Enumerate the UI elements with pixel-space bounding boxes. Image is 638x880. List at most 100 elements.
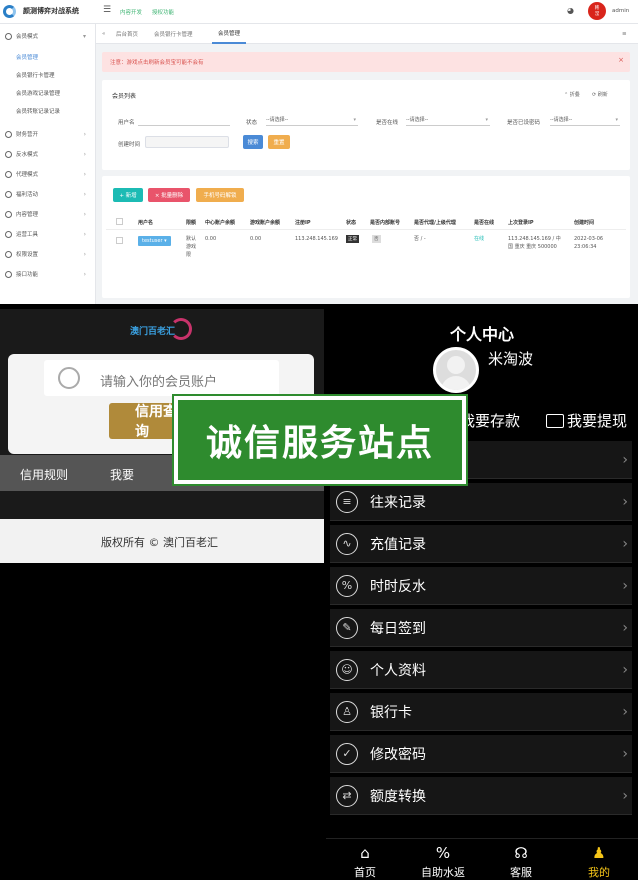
system-title: 颜测博弈对战系统 — [23, 7, 79, 15]
status-select-value: --请选择-- — [266, 117, 289, 123]
withdraw-button[interactable]: 我要提现 — [546, 410, 627, 431]
status-badge: 正常 — [346, 235, 359, 243]
tab-label: 会员管理 — [218, 31, 241, 37]
game-balance-value: 0.00 — [250, 236, 262, 242]
sidebar-item-label: 反水模式 — [16, 152, 39, 158]
nav-label: 我的 — [588, 866, 610, 879]
sidebar-item-rebate[interactable]: 反水模式 › — [0, 144, 96, 164]
password-select[interactable]: --请选择-- ▾ — [550, 114, 620, 126]
batch-delete-button[interactable]: × 批量删除 — [148, 188, 190, 202]
created-value: 2022-03-06 23:06:34 — [574, 236, 604, 250]
sidebar-item-label: 内容管理 — [16, 212, 39, 218]
menu-item-transfer[interactable]: ⇄ 额度转换 › — [330, 777, 632, 815]
menu-item-signin[interactable]: ✎ 每日签到 › — [330, 609, 632, 647]
logo-ring-icon — [170, 318, 192, 340]
menu-label: 充值记录 — [370, 536, 426, 553]
chevron-right-icon: › — [622, 787, 628, 804]
avatar[interactable]: 韩 滢 — [588, 2, 606, 20]
credit-query-button[interactable]: 信用查询 — [109, 403, 177, 439]
sidebar-item-label: 接口功能 — [16, 272, 39, 278]
created-time-label: 创建时间 — [118, 142, 141, 148]
username-input[interactable] — [138, 114, 230, 126]
menu-toggle-icon[interactable]: ☰ — [103, 5, 111, 15]
system-logo-icon — [3, 5, 16, 18]
tab-bar: « 后台首页 会员银行卡管理 会员管理 ≡ — [96, 24, 638, 44]
sidebar-item-permission[interactable]: 权限设置 › — [0, 244, 96, 264]
sidebar-item-agent[interactable]: 代理模式 › — [0, 164, 96, 184]
menu-item-rebate[interactable]: % 时时反水 › — [330, 567, 632, 605]
menu-item-profile[interactable]: ☺ 个人资料 › — [330, 651, 632, 689]
collapse-label: 折叠 — [569, 92, 580, 98]
sidebar-sub-game-record[interactable]: 会员游戏记录管理 — [0, 84, 96, 102]
logo: 澳门百老汇 — [124, 317, 194, 345]
nav-mine[interactable]: 我要 — [110, 466, 134, 483]
sidebar-item-content[interactable]: 内容管理 › — [0, 204, 96, 224]
theme-icon[interactable]: ◕ — [567, 6, 574, 15]
sidebar-item-ops[interactable]: 运营工具 › — [0, 224, 96, 244]
record-icon: ≡ — [336, 490, 358, 513]
member-account-input[interactable]: 请输入你的会员账户 — [44, 360, 279, 396]
col-agent: 是否代理/上级代理 — [414, 220, 456, 226]
menu-label: 修改密码 — [370, 746, 426, 763]
admin-username[interactable]: admin — [612, 8, 629, 14]
nav-service[interactable]: ☊ 客服 — [486, 840, 556, 880]
menu-item-recharge[interactable]: ∿ 充值记录 › — [330, 525, 632, 563]
col-internal: 是否内部账号 — [370, 220, 401, 226]
tab-home[interactable]: 后台首页 — [110, 24, 144, 44]
nav-credit-rules[interactable]: 信用规则 — [20, 466, 68, 483]
chevron-right-icon: › — [83, 270, 86, 278]
sidebar-item-finance[interactable]: 财务营开 › — [0, 124, 96, 144]
api-icon — [5, 270, 12, 278]
tab-member[interactable]: 会员管理 — [212, 24, 247, 44]
nav-mine[interactable]: ♟ 我的 — [564, 840, 634, 880]
home-icon: ⌂ — [360, 844, 370, 862]
top-link-auth[interactable]: 授权功能 — [152, 8, 174, 16]
transfer-icon: ⇄ — [336, 784, 358, 807]
menu-label: 时时反水 — [370, 578, 426, 595]
sidebar-item-member[interactable]: 会员模式 ▾ — [0, 26, 96, 46]
menu-item-transactions[interactable]: ≡ 往来记录 › — [330, 483, 632, 521]
deposit-button[interactable]: 我要存款 — [460, 410, 520, 431]
reset-button[interactable]: 重置 — [268, 135, 290, 149]
nav-home[interactable]: ⌂ 首页 — [330, 840, 400, 880]
menu-label: 个人资料 — [370, 662, 426, 679]
sidebar-item-label: 会员银行卡管理 — [16, 73, 55, 79]
person-icon — [447, 356, 465, 374]
sidebar-item-welfare[interactable]: 福利活动 › — [0, 184, 96, 204]
username-tag[interactable]: testuser ▾ — [138, 236, 171, 246]
content-icon — [5, 210, 12, 218]
col-limit: 限额 — [186, 220, 197, 226]
signin-icon: ✎ — [336, 616, 358, 639]
sidebar-item-label: 会员游戏记录管理 — [16, 91, 61, 97]
sidebar-sub-member-manage[interactable]: 会员管理 — [0, 48, 96, 66]
agent-icon — [5, 170, 12, 178]
avatar[interactable] — [433, 347, 479, 393]
tools-icon — [5, 230, 12, 238]
menu-item-password[interactable]: ✓ 修改密码 › — [330, 735, 632, 773]
user-center-username: 米淘波 — [488, 350, 534, 368]
tab-bankcard[interactable]: 会员银行卡管理 — [148, 24, 199, 44]
chevron-right-icon: › — [83, 210, 86, 218]
sidebar-item-api[interactable]: 接口功能 › — [0, 264, 96, 284]
sidebar-sub-bankcard[interactable]: 会员银行卡管理 — [0, 66, 96, 84]
chevron-right-icon: › — [622, 493, 628, 510]
created-time-input[interactable] — [145, 136, 229, 148]
add-button[interactable]: + 新增 — [113, 188, 143, 202]
online-select[interactable]: --请选择-- ▾ — [406, 114, 490, 126]
search-button[interactable]: 搜索 — [243, 135, 263, 149]
collapse-button[interactable]: ⌃ 折叠 — [564, 91, 580, 98]
select-all-checkbox[interactable] — [116, 218, 123, 225]
status-select[interactable]: --请选择-- ▾ — [266, 114, 358, 126]
top-link-content[interactable]: 内容开发 — [120, 8, 142, 16]
nav-rebate[interactable]: % 自助水返 — [408, 840, 478, 880]
refresh-button[interactable]: ⟳ 刷新 — [592, 91, 608, 98]
rebate-icon: % — [435, 844, 451, 862]
sidebar-sub-transfer[interactable]: 会员转账记录记录 — [0, 102, 96, 120]
tabs-menu-icon[interactable]: ≡ — [616, 24, 633, 44]
row-checkbox[interactable] — [116, 237, 123, 244]
unlock-button[interactable]: 手机号码解锁 — [196, 188, 244, 202]
close-icon[interactable]: × — [618, 56, 624, 64]
col-online: 是否在线 — [474, 220, 495, 226]
search-icon — [58, 367, 80, 389]
menu-item-bankcard[interactable]: ♙ 银行卡 › — [330, 693, 632, 731]
